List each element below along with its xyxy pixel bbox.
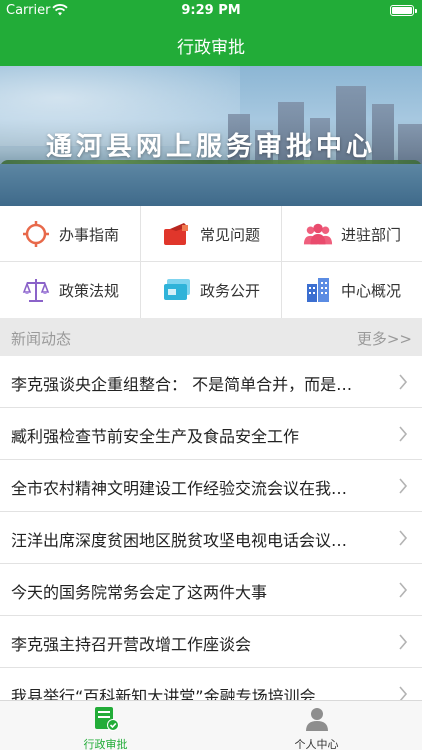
news-title: 臧利强检查节前安全生产及食品安全工作 — [11, 427, 300, 446]
grid-item-departments[interactable]: 进驻部门 — [282, 206, 422, 262]
compass-icon — [21, 220, 51, 248]
group-icon — [303, 220, 333, 248]
grid-item-faq[interactable]: 常见问题 — [141, 206, 281, 262]
grid-item-public-affairs[interactable]: 政务公开 — [141, 262, 281, 318]
grid-divider — [0, 261, 422, 262]
news-item[interactable]: 李克强谈央企重组整合： 不是简单合并，而是… — [0, 356, 422, 408]
status-bar: Carrier 9:29 PM — [0, 0, 422, 22]
news-title: 李克强谈央企重组整合： 不是简单合并，而是… — [11, 375, 353, 394]
service-grid: 办事指南 常见问题 进驻部门 政策法规 政务公开 中心概况 — [0, 206, 422, 318]
grid-item-label: 中心概况 — [340, 281, 401, 300]
news-item[interactable]: 今天的国务院常务会定了这两件大事 — [0, 564, 422, 616]
grid-item-label: 进驻部门 — [340, 225, 401, 244]
grid-item-guide[interactable]: 办事指南 — [0, 206, 140, 262]
news-item[interactable]: 李克强主持召开营改增工作座谈会 — [0, 616, 422, 668]
tab-label: 行政审批 — [83, 738, 128, 750]
news-title: 今天的国务院常务会定了这两件大事 — [11, 583, 268, 602]
scales-icon — [21, 276, 51, 304]
news-title: 汪洋出席深度贫困地区脱贫攻坚电视电话会议… — [11, 531, 348, 550]
grid-item-label: 政务公开 — [199, 281, 260, 300]
banner-water — [0, 164, 422, 206]
approval-icon — [94, 707, 119, 731]
grid-item-label: 政策法规 — [58, 281, 119, 300]
news-title: 全市农村精神文明建设工作经验交流会议在我… — [11, 479, 348, 498]
news-item[interactable]: 汪洋出席深度贫困地区脱贫攻坚电视电话会议… — [0, 512, 422, 564]
top-bar: Carrier 9:29 PM 行政审批 — [0, 0, 422, 66]
page-title: 行政审批 — [177, 38, 245, 58]
grid-divider — [281, 206, 282, 318]
news-item[interactable]: 全市农村精神文明建设工作经验交流会议在我… — [0, 460, 422, 512]
news-section-header: 新闻动态 更多>> — [0, 318, 422, 356]
building-icon — [303, 276, 333, 304]
grid-divider — [140, 206, 141, 318]
card-icon — [162, 276, 192, 304]
banner-image[interactable]: 通河县网上服务审批中心 — [0, 66, 422, 206]
battery-icon — [390, 5, 417, 16]
chevron-right-icon — [399, 478, 408, 494]
news-section-title: 新闻动态 — [11, 330, 72, 348]
chevron-right-icon — [399, 530, 408, 546]
grid-item-policy[interactable]: 政策法规 — [0, 262, 140, 318]
news-list: 李克强谈央企重组整合： 不是简单合并，而是… 臧利强检查节前安全生产及食品安全工… — [0, 356, 422, 720]
grid-item-overview[interactable]: 中心概况 — [282, 262, 422, 318]
chevron-right-icon — [399, 582, 408, 598]
tab-bar: 行政审批 个人中心 — [0, 700, 422, 750]
chevron-right-icon — [399, 426, 408, 442]
news-item[interactable]: 臧利强检查节前安全生产及食品安全工作 — [0, 408, 422, 460]
news-title: 李克强主持召开营改增工作座谈会 — [11, 635, 252, 654]
grid-item-label: 常见问题 — [199, 225, 260, 244]
chevron-right-icon — [399, 374, 408, 390]
person-icon — [305, 708, 328, 731]
tab-label: 个人中心 — [294, 738, 339, 750]
grid-item-label: 办事指南 — [58, 225, 119, 244]
banner-title: 通河县网上服务审批中心 — [45, 132, 376, 162]
tab-approval[interactable]: 行政审批 — [0, 701, 211, 750]
clock: 9:29 PM — [181, 3, 241, 18]
chevron-right-icon — [399, 634, 408, 650]
tab-profile[interactable]: 个人中心 — [211, 701, 422, 750]
more-link[interactable]: 更多>> — [357, 328, 412, 349]
megaphone-icon — [162, 220, 192, 248]
